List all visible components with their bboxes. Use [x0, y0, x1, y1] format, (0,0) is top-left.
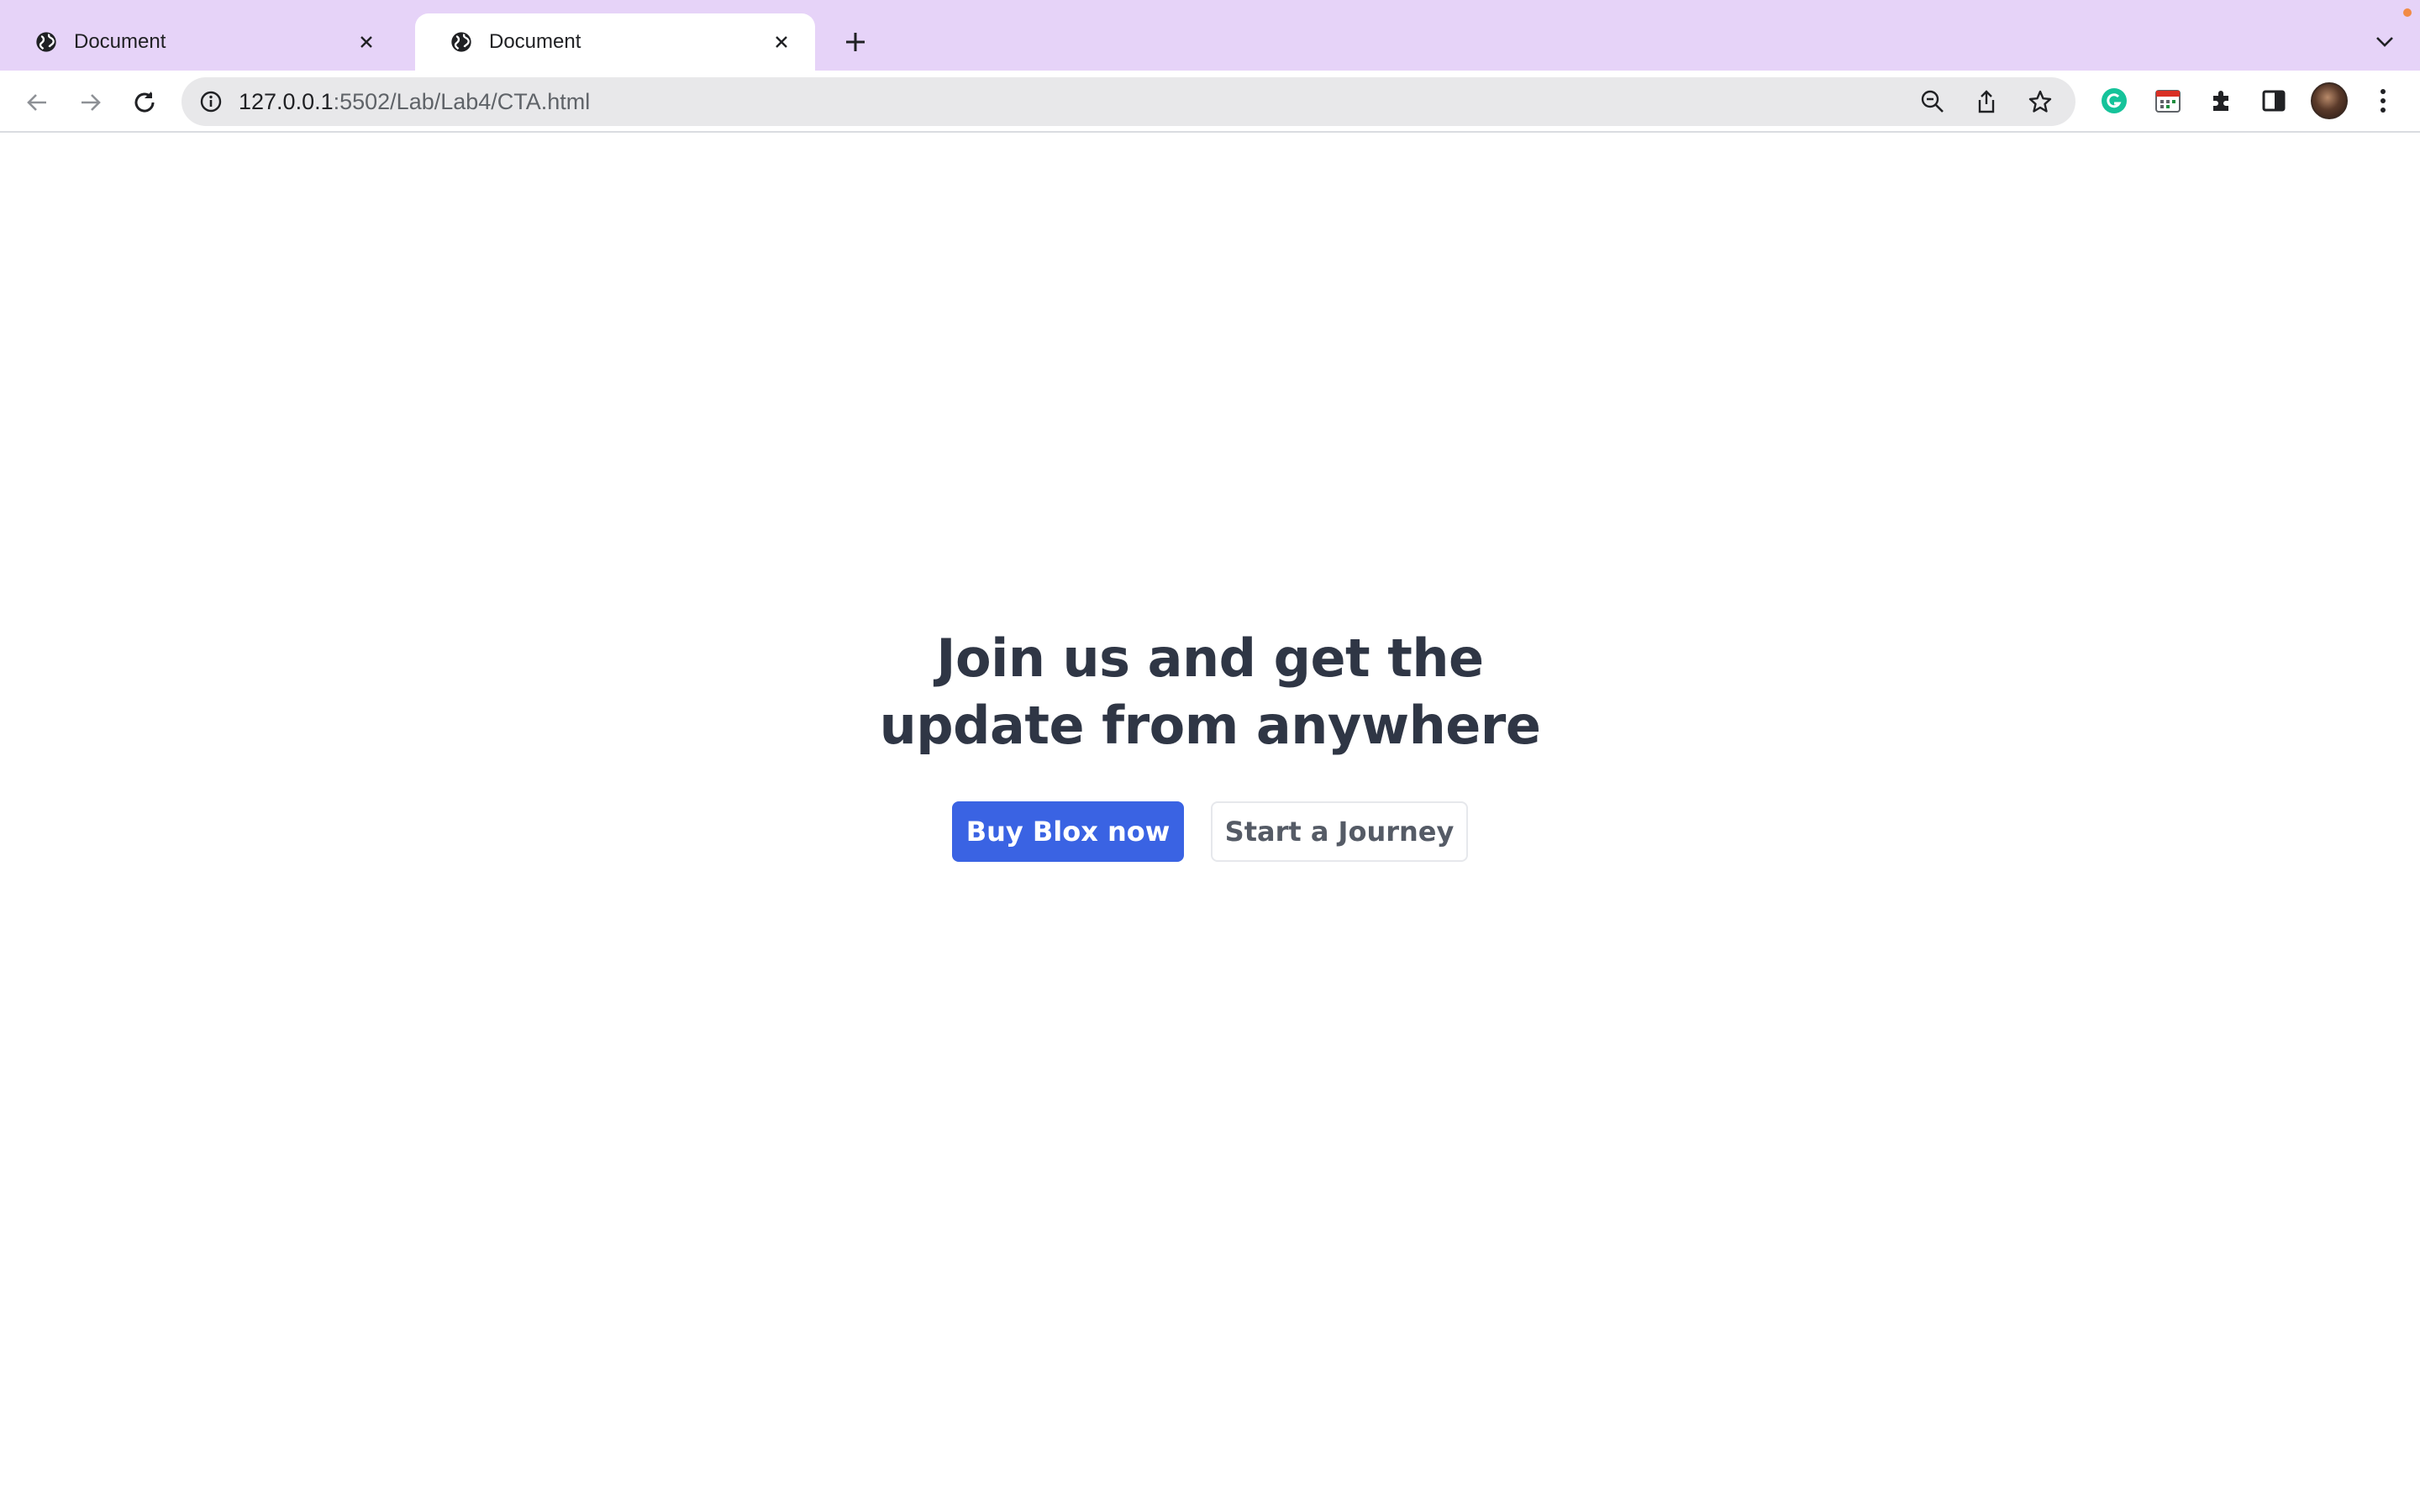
arrow-right-icon	[82, 94, 101, 111]
globe-icon	[34, 29, 59, 55]
calendar-extension-icon[interactable]	[2149, 82, 2186, 119]
new-tab-button[interactable]	[837, 24, 874, 60]
tab-title: Document	[489, 30, 581, 53]
tab-document-2[interactable]: Document	[415, 13, 815, 71]
cta-heading: Join us and get the update from anywhere	[879, 627, 1541, 756]
close-tab-icon[interactable]	[351, 27, 381, 57]
puzzle-extensions-icon[interactable]	[2203, 82, 2240, 119]
close-tab-icon[interactable]	[766, 27, 797, 57]
grammarly-extension-icon[interactable]	[2096, 82, 2133, 119]
browser-toolbar: 127.0.0.1:5502/Lab/Lab4/CTA.html	[0, 71, 2420, 133]
tab-title: Document	[74, 30, 166, 53]
page-content: Join us and get the update from anywhere…	[0, 133, 2420, 1512]
reload-button[interactable]	[126, 84, 163, 121]
arrow-left-icon	[27, 94, 46, 111]
forward-button[interactable]	[72, 84, 109, 121]
profile-avatar[interactable]	[2311, 82, 2348, 119]
share-icon[interactable]	[1968, 83, 2005, 120]
info-icon[interactable]	[198, 89, 224, 114]
tab-search-button[interactable]	[2370, 27, 2400, 57]
reload-icon	[134, 92, 155, 113]
tab-strip: Document Document	[0, 0, 2420, 71]
side-panel-icon[interactable]	[2255, 82, 2292, 119]
url-host: 127.0.0.1	[239, 88, 334, 114]
zoom-icon[interactable]	[1914, 83, 1951, 120]
bookmark-star-icon[interactable]	[2022, 83, 2059, 120]
notification-dot	[2403, 8, 2412, 17]
globe-icon	[449, 29, 474, 55]
plus-icon	[846, 33, 865, 51]
tab-document-1[interactable]: Document	[0, 13, 400, 71]
start-journey-button[interactable]: Start a Journey	[1211, 801, 1468, 862]
back-button[interactable]	[18, 84, 55, 121]
url-text[interactable]: 127.0.0.1:5502/Lab/Lab4/CTA.html	[239, 89, 1914, 115]
chevron-down-icon	[2376, 37, 2393, 47]
address-bar[interactable]: 127.0.0.1:5502/Lab/Lab4/CTA.html	[182, 77, 2075, 126]
url-path: :5502/Lab/Lab4/CTA.html	[333, 88, 591, 114]
cta-buttons: Buy Blox now Start a Journey	[0, 801, 2420, 862]
buy-blox-button[interactable]: Buy Blox now	[952, 801, 1184, 862]
cta-section: Join us and get the update from anywhere…	[0, 625, 2420, 862]
menu-kebab-icon[interactable]	[2365, 82, 2402, 119]
